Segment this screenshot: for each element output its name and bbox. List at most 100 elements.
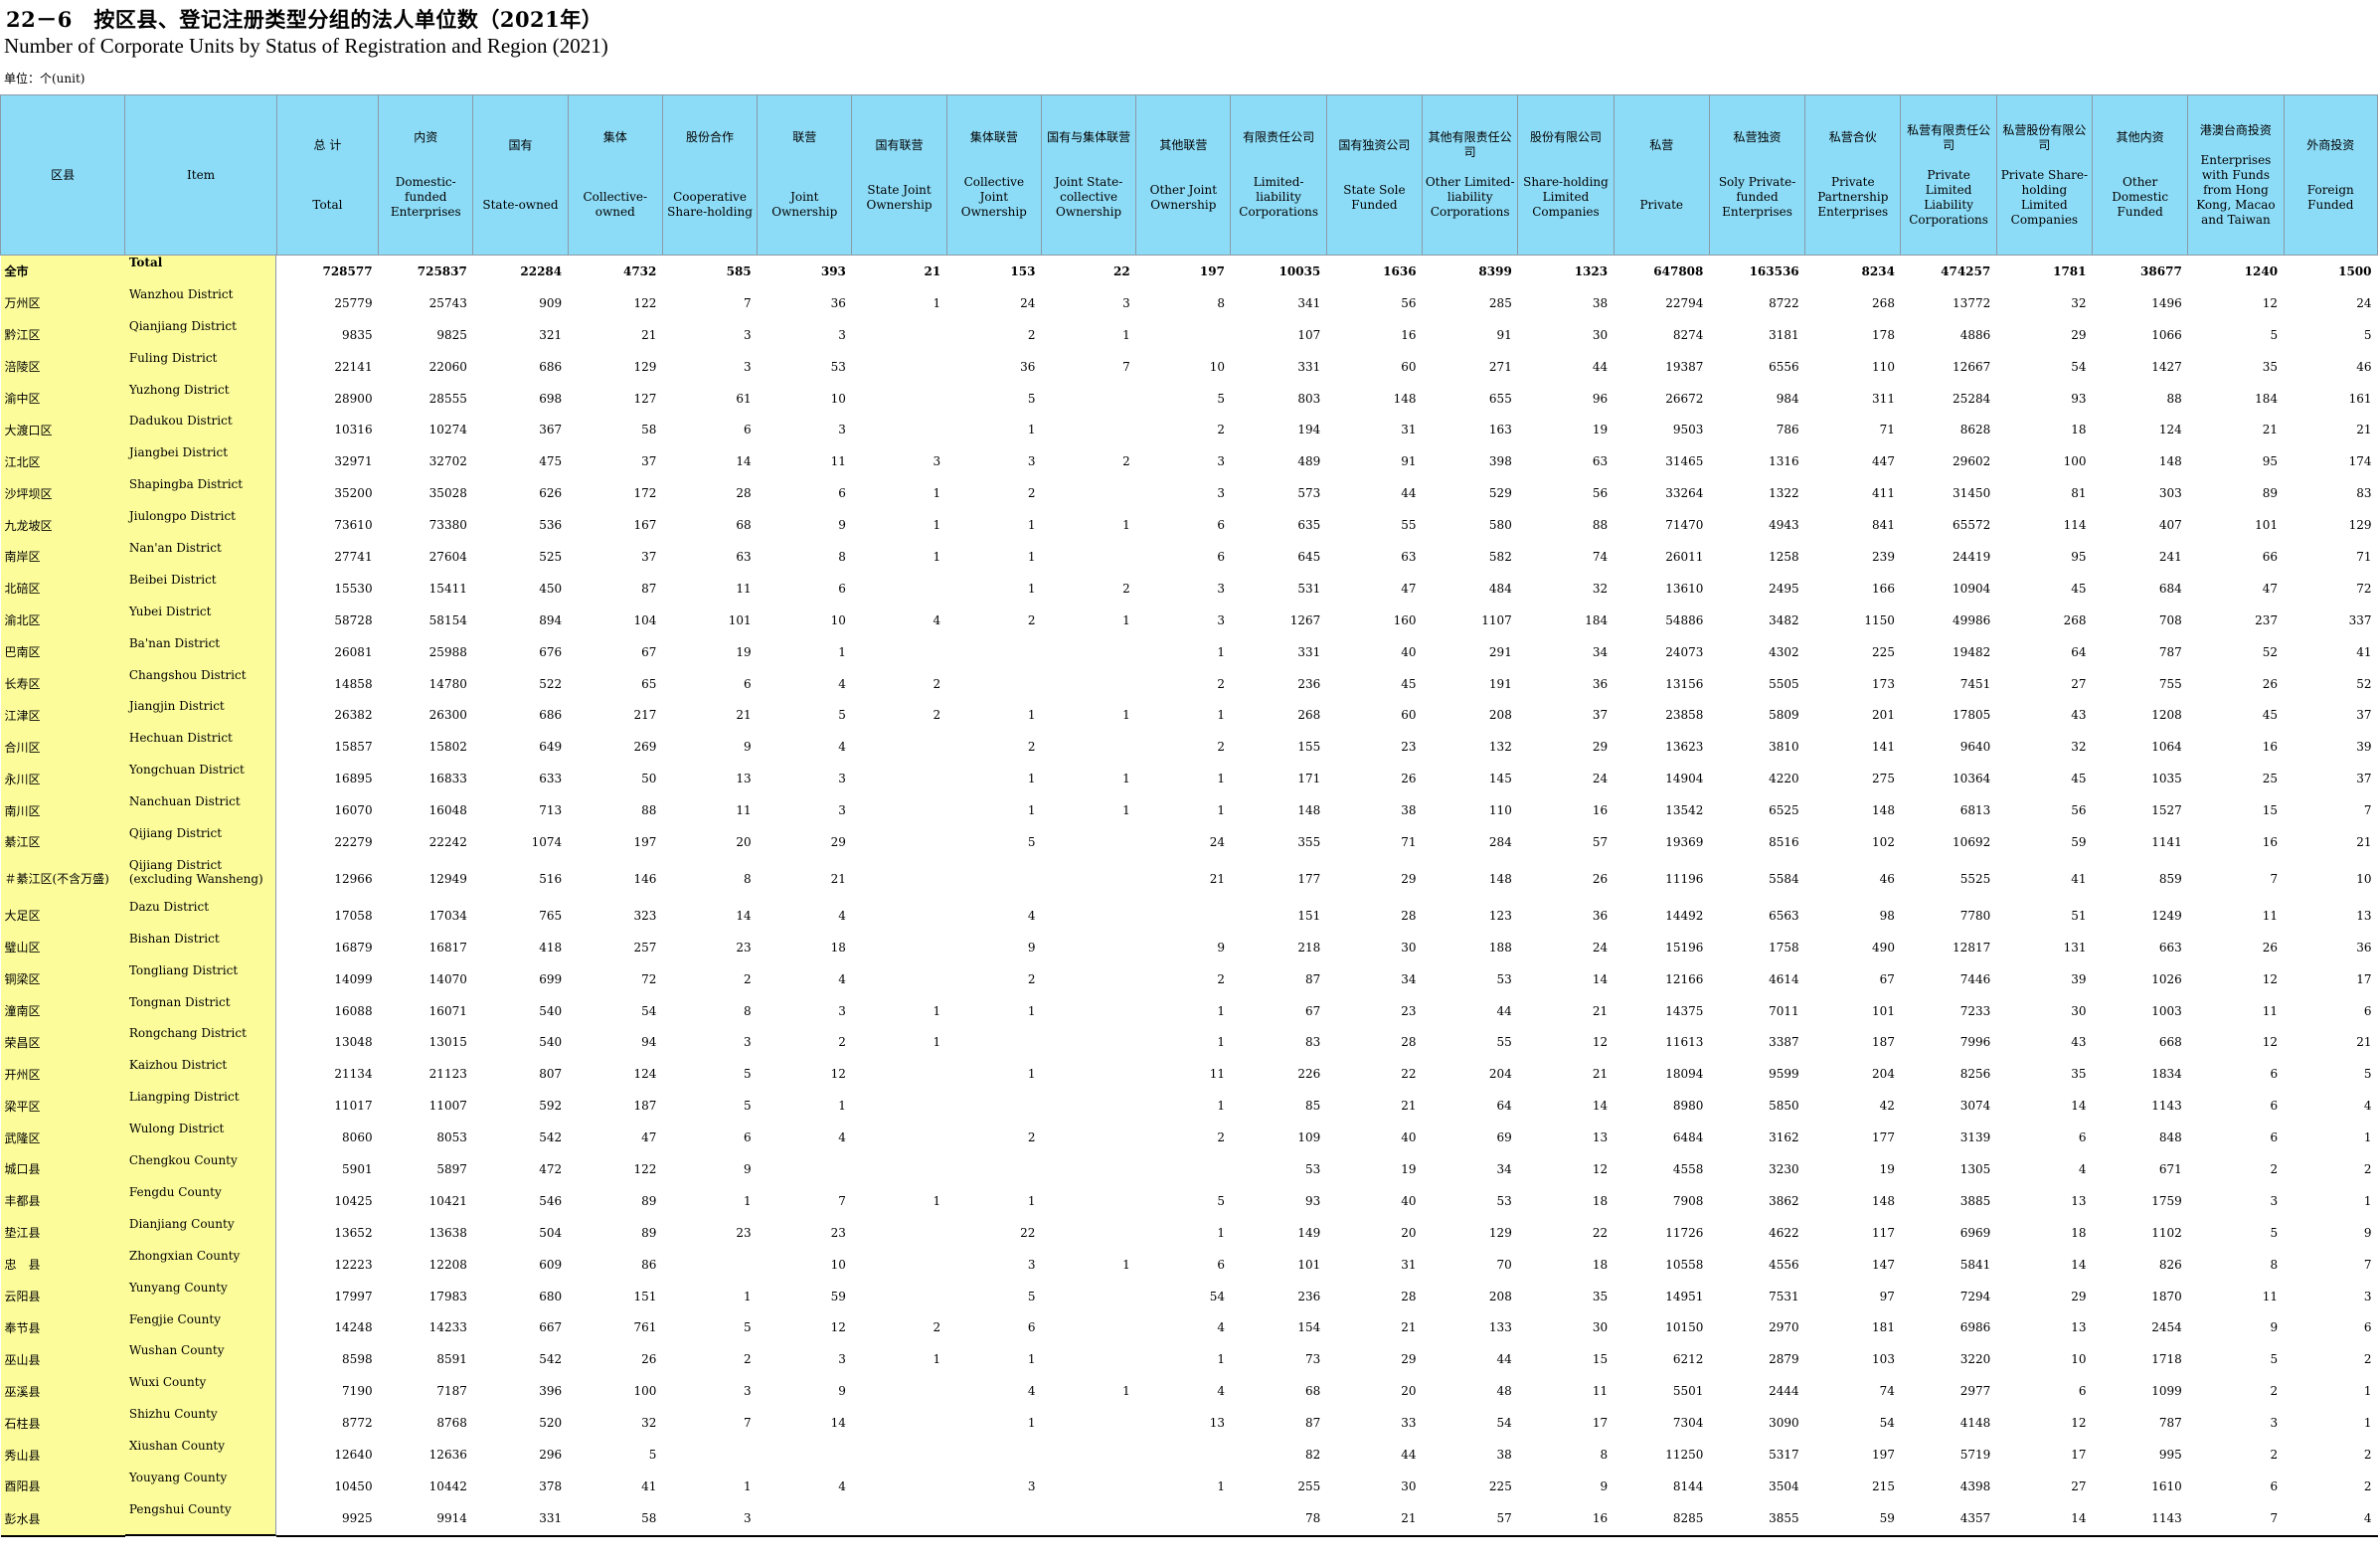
table-row: 忠 县 Zhongxian County 12223 12208 609 86 10 3 1 6 1… [0,1248,2378,1281]
table-cell: 1141 [2151,834,2182,849]
table-cell: 7 [2270,871,2279,886]
table-cell: 102 [1872,834,1895,849]
table-cell: 1150 [1864,612,1895,627]
table-cell: 18 [2071,1225,2087,1240]
table-cell [852,1249,946,1281]
table-cell: 71 [2356,549,2372,564]
table-cell: 271 [1488,359,1512,374]
table-cell: 1834 [2151,1067,2182,1082]
table-cell: 50 [641,772,657,786]
table-cell: 5 [744,1320,752,1335]
table-cell: 15196 [1665,940,1704,955]
table-cell: 3 [838,423,846,437]
table-cell: 684 [2158,581,2182,596]
unit-label: 单位：个(unit) [4,72,85,86]
table-cell: 284 [1488,834,1512,849]
table-cell: 14951 [1665,1289,1704,1303]
header-region: 区县 [0,94,126,256]
table-cell: 826 [2158,1257,2182,1272]
table-cell: 35 [2262,359,2279,374]
table-cell: 43 [2071,1035,2087,1050]
table-cell: 54 [1209,1289,1225,1303]
table-cell: 20 [736,834,752,849]
table-row: 石柱县 Shizhu County 8772 8768 520 32 7 14 1 13 87 33 5… [0,1407,2378,1440]
table-cell: 6 [744,676,752,691]
table-cell: 1 [1027,1193,1036,1208]
table-cell: 2 [933,676,941,691]
header-state-collective-joint: 国有与集体联营 Joint State-collective Ownership [1040,94,1137,256]
table-cell [852,1153,946,1185]
table-cell: 15802 [428,740,467,755]
table-cell: 9 [2363,1225,2372,1240]
table-cell: 8234 [1861,263,1895,278]
table-cell [1041,1407,1135,1439]
table-cell: 1 [1027,581,1036,596]
region-name-cn: 石柱县 [0,1407,125,1440]
table-cell: 31 [1401,423,1417,437]
table-cell: 19 [736,644,752,659]
table-cell: 5317 [1769,1448,1799,1462]
table-cell: 16895 [334,772,373,786]
table-cell: 2 [1027,971,1036,986]
table-cell: 1 [744,1478,752,1493]
table-cell: 114 [2063,518,2087,533]
table-cell: 38 [1496,1448,1512,1462]
table-cell: 645 [1297,549,1321,564]
table-cell: 1035 [2151,772,2182,786]
table-cell: 540 [539,1035,563,1050]
table-cell: 95 [2071,549,2087,564]
table-cell: 132 [1488,740,1512,755]
table-cell: 16071 [428,1003,467,1018]
table-cell: 44 [1401,486,1417,501]
table-cell: 177 [1872,1130,1895,1145]
table-cell: 166 [1872,581,1895,596]
table-cell: 323 [633,908,657,923]
table-cell: 6 [1217,518,1225,533]
table-cell: 14492 [1665,908,1704,923]
table-cell: 6 [2270,1478,2279,1493]
table-row: 酉阳县 Youyang County 10450 10442 378 41 1 4 3 1 255 3… [0,1470,2378,1502]
table-cell: 2 [1217,740,1225,755]
table-cell [852,414,946,445]
table-cell: 10 [2356,871,2372,886]
table-cell: 20 [1401,1384,1417,1399]
table-cell: 6 [744,1130,752,1145]
table-cell: 1 [1122,803,1130,818]
table-cell: 3 [1217,581,1225,596]
table-cell: 129 [2348,518,2372,533]
table-cell: 26 [2262,940,2279,955]
table-cell: 24 [1592,940,1609,955]
table-cell: 3 [744,1035,752,1050]
table-cell: 8768 [436,1416,467,1431]
table-cell: 35 [1592,1289,1609,1303]
table-cell [1041,1217,1135,1249]
table-cell: 1781 [2053,263,2087,278]
table-cell: 1 [933,1352,941,1367]
region-name-cn: 武隆区 [0,1122,125,1154]
table-cell: 17034 [428,908,467,923]
region-name-cn: 忠 县 [0,1248,125,1281]
table-cell: 8 [1600,1448,1609,1462]
table-cell: 13156 [1665,676,1704,691]
table-cell: 3 [1217,486,1225,501]
table-cell: 38677 [2140,263,2182,278]
table-cell [852,1090,946,1122]
table-cell: 23 [736,940,752,955]
table-cell: 26 [2262,676,2279,691]
table-cell: 191 [1488,676,1512,691]
table-cell: 450 [539,581,563,596]
table-cell: 82 [1304,1448,1321,1462]
table-cell: 529 [1488,486,1512,501]
table-cell: 520 [539,1416,563,1431]
table-cell: 8980 [1672,1099,1704,1114]
table-cell: 21 [1401,1099,1417,1114]
table-cell: 9 [2270,1320,2279,1335]
table-cell: 181 [1872,1320,1895,1335]
table-cell: 52 [2356,676,2372,691]
region-name-en: Chengkou County [124,1153,277,1185]
table-cell: 37 [641,549,657,564]
table-cell: 3 [838,803,846,818]
table-cell: 3 [1027,1257,1036,1272]
table-cell: 14904 [1665,772,1704,786]
table-cell: 10450 [334,1478,373,1493]
